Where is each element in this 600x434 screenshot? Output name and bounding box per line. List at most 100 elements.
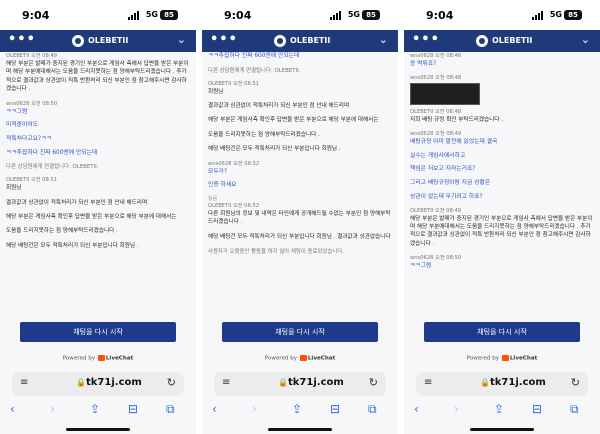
network-type: 5G bbox=[549, 10, 562, 19]
message-meta: OLEBETII 오전 08:52 bbox=[208, 203, 260, 210]
livechat-name: LiveChat bbox=[509, 355, 538, 362]
message-meta: OLEBETII 오전 08:49 bbox=[6, 53, 58, 59]
phone-screen-3: 9:04 5G 85 ••• OLEBETII ⌄ wns0628 오전 08:48 응 먹튀… bbox=[404, 0, 600, 434]
read-receipt: 읽음 bbox=[208, 196, 218, 203]
status-time: 9:04 bbox=[426, 9, 454, 22]
browser-toolbar: ‹ › ⇪ ⊟ ⧉ bbox=[0, 400, 196, 424]
powered-by: Powered by LiveChat bbox=[0, 355, 196, 362]
message-meta: wns0628 오전 08:50 bbox=[410, 255, 462, 262]
user-message: 상관이 없는데 무기려고 하죠? bbox=[410, 193, 483, 200]
lock-icon: 🔒 bbox=[76, 378, 86, 387]
chat-header: ••• OLEBETII ⌄ bbox=[404, 30, 600, 52]
agent-message: 도움을 드리지못하는 점 양해부탁드리겠습니다 . bbox=[6, 228, 118, 235]
livechat-name: LiveChat bbox=[307, 355, 336, 362]
chat-header: ••• OLEBETII ⌄ bbox=[202, 30, 398, 52]
page-menu-icon[interactable]: ≡ bbox=[20, 377, 28, 388]
reload-icon[interactable]: ↻ bbox=[571, 376, 580, 389]
user-message: ㅋㅋ추잡하다 진짜 600엔에 안되는데 bbox=[6, 149, 98, 156]
reload-icon[interactable]: ↻ bbox=[369, 376, 378, 389]
system-notice: 사용자가 오랫동안 활동을 하지 않아 채팅이 종료되었습니다. bbox=[208, 249, 344, 256]
user-message: ㅋㅋ추잡하다 진짜 600엔에 안되는데 bbox=[208, 53, 300, 59]
signal-icon bbox=[532, 11, 546, 20]
tabs-icon[interactable]: ⧉ bbox=[368, 402, 377, 417]
message-meta: wns0628 오전 08:50 bbox=[6, 100, 58, 107]
chevron-down-icon[interactable]: ⌄ bbox=[379, 33, 388, 46]
agent-message: 해당 배팅건 모두 적특처리가 되신 부분입니다 회원님 . 결과값과 상관없습… bbox=[208, 233, 391, 240]
back-icon[interactable]: ‹ bbox=[212, 402, 217, 416]
message-meta: OLEBETII 오전 08:51 bbox=[6, 177, 58, 184]
status-bar: 9:04 5G 85 bbox=[0, 0, 196, 30]
status-bar: 9:04 5G 85 bbox=[202, 0, 398, 30]
powered-by-label: Powered by bbox=[62, 355, 96, 362]
status-time: 9:04 bbox=[224, 9, 252, 22]
chevron-down-icon[interactable]: ⌄ bbox=[177, 33, 186, 46]
restart-chat-button[interactable]: 채팅을 다시 시작 bbox=[222, 322, 378, 342]
message-meta: wns0628 오전 08:52 bbox=[208, 160, 260, 167]
tabs-icon[interactable]: ⧉ bbox=[166, 402, 175, 417]
chat-transcript[interactable]: wns0628 오전 08:48 응 먹튀죠? wns0628 오전 08:48 OL… bbox=[404, 52, 600, 316]
chat-transcript[interactable]: ㅋㅋ추잡하다 진짜 600엔에 안되는데 다른 상담원에게 연결됩니다: OLEB… bbox=[202, 52, 398, 316]
user-message: 인증 하세요 bbox=[208, 182, 237, 189]
chevron-down-icon[interactable]: ⌄ bbox=[581, 33, 590, 46]
address-bar[interactable]: ≡ 🔒 tk71j.com ↻ bbox=[12, 372, 184, 396]
address-bar[interactable]: ≡ 🔒 tk71j.com ↻ bbox=[214, 372, 386, 396]
livechat-icon bbox=[501, 355, 509, 361]
user-message: 적특처다고요?ㅋㅋ bbox=[6, 135, 52, 142]
powered-by-label: Powered by bbox=[466, 355, 500, 362]
chat-transcript[interactable]: OLEBETII 오전 08:49 해당 부분은 발매가 중지된 경기인 부분으로… bbox=[0, 52, 196, 316]
battery-icon: 85 bbox=[564, 10, 582, 20]
user-message: ㅋㅋ그럼 bbox=[6, 108, 28, 115]
bookmarks-icon[interactable]: ⊟ bbox=[532, 402, 542, 416]
forward-icon[interactable]: › bbox=[252, 402, 257, 416]
system-notice: 다른 상담원에게 연결됩니다: OLEBETII. bbox=[6, 164, 99, 171]
more-dots-icon[interactable]: ••• bbox=[412, 32, 440, 47]
phone-screen-2: 9:04 5G 85 ••• OLEBETII ⌄ ㅋㅋ추잡하다 진짜 600엔에 안되는데… bbox=[202, 0, 398, 434]
restart-chat-button[interactable]: 채팅을 다시 시작 bbox=[20, 322, 176, 342]
livechat-icon bbox=[299, 355, 307, 361]
more-dots-icon[interactable]: ••• bbox=[210, 32, 238, 47]
attached-image[interactable] bbox=[410, 82, 480, 105]
share-icon[interactable]: ⇪ bbox=[494, 402, 504, 416]
restart-chat-button[interactable]: 채팅을 다시 시작 bbox=[424, 322, 580, 342]
more-dots-icon[interactable]: ••• bbox=[8, 32, 36, 47]
share-icon[interactable]: ⇪ bbox=[292, 402, 302, 416]
home-indicator bbox=[66, 428, 130, 431]
bookmarks-icon[interactable]: ⊟ bbox=[330, 402, 340, 416]
page-menu-icon[interactable]: ≡ bbox=[222, 377, 230, 388]
signal-icon bbox=[330, 11, 344, 20]
agent-message: 해당 배팅건은 모두 적특처리가 되신 부분입니다 회원님 . bbox=[208, 146, 341, 153]
share-icon[interactable]: ⇪ bbox=[90, 402, 100, 416]
user-message: 배팅규정 이미 말전에 읽었는데 결국 bbox=[410, 139, 498, 146]
brand-logo-icon bbox=[274, 35, 286, 47]
agent-message: 회원님 bbox=[6, 185, 22, 192]
address-bar[interactable]: ≡ 🔒 tk71j.com ↻ bbox=[416, 372, 588, 396]
home-indicator bbox=[268, 428, 332, 431]
back-icon[interactable]: ‹ bbox=[10, 402, 15, 416]
page-menu-icon[interactable]: ≡ bbox=[424, 377, 432, 388]
tabs-icon[interactable]: ⧉ bbox=[570, 402, 579, 417]
battery-icon: 85 bbox=[362, 10, 380, 20]
agent-message: 해당 부분은 게임사측 확인후 답변을 받은 부분으로 해당 부분에 대해서는 bbox=[6, 214, 177, 221]
back-icon[interactable]: ‹ bbox=[414, 402, 419, 416]
brand-name: OLEBETII bbox=[492, 36, 533, 45]
message-meta: OLEBETII 오전 08:48 bbox=[410, 108, 462, 115]
message-meta: wns0628 오전 08:48 bbox=[410, 74, 462, 81]
lock-icon: 🔒 bbox=[480, 378, 490, 387]
reload-icon[interactable]: ↻ bbox=[167, 376, 176, 389]
agent-message: 결과값과 상관없이 적특처리가 되신 부분인 점 안내 해드리며 bbox=[208, 103, 350, 110]
chat-header: ••• OLEBETII ⌄ bbox=[0, 30, 196, 52]
message-meta: OLEBETII 오전 08:51 bbox=[208, 80, 260, 87]
bookmarks-icon[interactable]: ⊟ bbox=[128, 402, 138, 416]
phone-screen-1: 9:04 5G 85 ••• OLEBETII ⌄ OLEBETII 오전 08:49 해당 … bbox=[0, 0, 196, 434]
forward-icon[interactable]: › bbox=[454, 402, 459, 416]
agent-message: 다른 회원님의 정보 및 내역은 타인에게 공개해드릴 수없는 부분인 점 양해… bbox=[208, 211, 391, 226]
powered-by-label: Powered by bbox=[264, 355, 298, 362]
user-message: ㅋㅋ그럼 bbox=[410, 263, 432, 270]
url-text: tk71j.com bbox=[288, 377, 344, 388]
forward-icon[interactable]: › bbox=[50, 402, 55, 416]
agent-message: 해당 부분은 게임사측 확인후 답변을 받은 부분으로 해당 부분에 대해서는 bbox=[208, 117, 379, 124]
brand-logo-icon bbox=[72, 35, 84, 47]
browser-toolbar: ‹ › ⇪ ⊟ ⧉ bbox=[202, 400, 398, 424]
agent-message: 도움을 드리지못하는 점 양해부탁드리겠습니다 . bbox=[208, 131, 320, 138]
home-indicator bbox=[470, 428, 534, 431]
